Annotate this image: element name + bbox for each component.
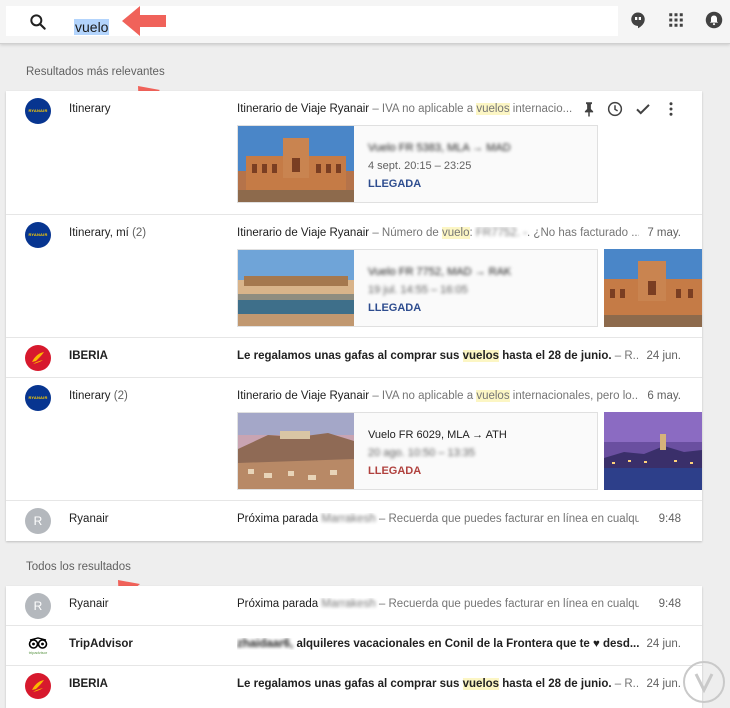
tripadvisor-logo: tripadvisor [25,633,51,659]
sender: IBERIA [69,350,108,362]
notifications-icon[interactable] [705,11,723,29]
date: 24 jun. [646,350,681,362]
ryanair-logo: RYANAIR [25,222,51,248]
night-city-photo [604,412,702,490]
list-item[interactable]: IBERIA Le regalamos unas gafas al compra… [6,338,702,378]
sender: Ryanair [69,513,109,525]
list-item[interactable]: tripadvisor TripAdvisor zhaidaar6, alqui… [6,626,702,666]
list-item[interactable]: RYANAIR Itinerary (2) Itinerario de Viaj… [6,378,702,501]
all-results-list: R Ryanair Próxima parada Marrakesh – Rec… [6,586,702,708]
iberia-logo [25,673,51,699]
hangouts-icon[interactable] [629,11,647,29]
search-bar: vuelo [0,0,730,44]
sender: TripAdvisor [69,638,133,650]
sender: Itinerary [69,103,111,115]
date: 7 may. [647,227,681,239]
done-check-icon[interactable] [634,100,652,118]
pin-icon[interactable] [580,100,598,118]
sender: Ryanair [69,598,109,610]
list-item[interactable]: RYANAIR Itinerary Itinerario de Viaje Ry… [6,91,702,215]
ryanair-logo: RYANAIR [25,385,51,411]
subject-line: zhaidaar6, alquileres vacacionales en Co… [237,638,639,650]
date: 6 may. [647,390,681,402]
flight-time: 4 sept. 20:15 – 23:25 [368,160,472,172]
subject-line: Itinerario de Viaje Ryanair – IVA no apl… [237,103,573,115]
more-vert-icon[interactable] [662,100,680,118]
site-watermark-logo [683,661,725,703]
subject-line: Itinerario de Viaje Ryanair – IVA no apl… [237,390,639,402]
sender: Itinerary (2) [69,390,128,402]
search-query[interactable]: vuelo [74,19,110,35]
date: 24 jun. [646,638,681,650]
acropolis-photo [238,413,354,489]
list-item[interactable]: R Ryanair Próxima parada Marrakesh – Rec… [6,586,702,626]
flight-time: 20 ago. 10:50 – 13:35 [368,447,476,459]
section-title-all: Todos los resultados [26,561,131,573]
list-item[interactable]: RYANAIR Itinerary, mí (2) Itinerario de … [6,215,702,338]
bullring-photo [238,126,354,202]
subject-line: Itinerario de Viaje Ryanair – Número de … [237,227,639,239]
flight-status: LLEGADA [368,178,422,190]
avatar: R [25,508,51,534]
ryanair-logo: RYANAIR [25,98,51,124]
search-icon[interactable] [28,12,48,32]
search-input[interactable]: vuelo [6,6,618,36]
svg-text:tripadvisor: tripadvisor [29,650,48,655]
apps-grid-icon[interactable] [667,11,685,29]
date: 9:48 [658,598,681,610]
subject-line: Próxima parada Marrakesh – Recuerda que … [237,513,639,525]
flight-time: 19 jul. 14:55 – 16:05 [368,284,468,296]
bullring-photo [604,249,702,327]
subject-line: Le regalamos unas gafas al comprar sus v… [237,350,639,362]
sender: IBERIA [69,678,108,690]
subject-line: Próxima parada Marrakesh – Recuerda que … [237,598,639,610]
annotation-arrow [122,6,166,36]
flight-info-card[interactable]: Vuelo FR 6029, MLA → ATH 20 ago. 10:50 –… [237,412,598,490]
snooze-clock-icon[interactable] [606,100,624,118]
flight-number: Vuelo FR 7752, MAD → RAK [368,266,512,278]
flight-info-card[interactable]: Vuelo FR 7752, MAD → RAK 19 jul. 14:55 –… [237,249,598,327]
date: 24 jun. [646,678,681,690]
iberia-logo [25,345,51,371]
flight-info-card[interactable]: Vuelo FR 5383, MLA → MAD 4 sept. 20:15 –… [237,125,598,203]
list-item[interactable]: IBERIA Le regalamos unas gafas al compra… [6,666,702,708]
avatar: R [25,593,51,619]
flight-status: LLEGADA [368,465,422,477]
flight-number: Vuelo FR 6029, MLA → ATH [368,429,507,441]
palace-photo [238,250,354,326]
date: 9:48 [658,513,681,525]
flight-number: Vuelo FR 5383, MLA → MAD [368,142,511,154]
subject-line: Le regalamos unas gafas al comprar sus v… [237,678,639,690]
list-item[interactable]: R Ryanair Próxima parada Marrakesh – Rec… [6,501,702,541]
relevant-results-list: RYANAIR Itinerary Itinerario de Viaje Ry… [6,91,702,541]
flight-status: LLEGADA [368,302,422,314]
section-title-relevant: Resultados más relevantes [26,66,165,78]
sender: Itinerary, mí (2) [69,227,147,239]
